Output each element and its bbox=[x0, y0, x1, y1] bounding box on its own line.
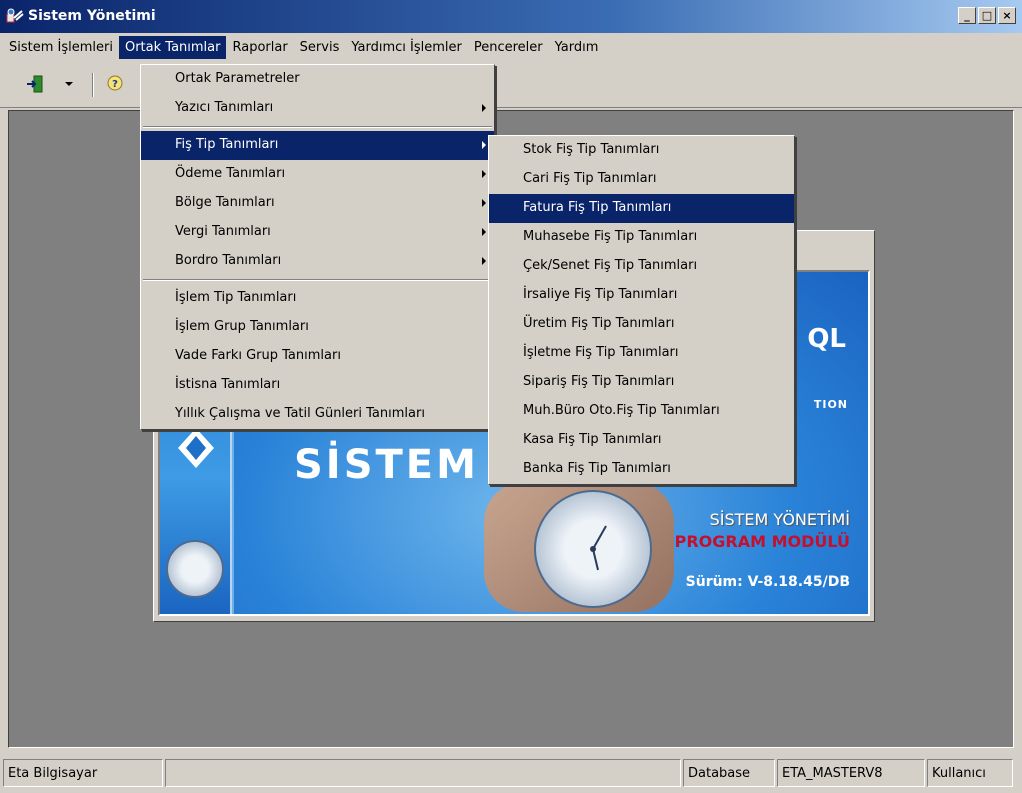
menu-item-label: Yazıcı Tanımları bbox=[175, 100, 274, 115]
menu-item-bolge-tanimlari[interactable]: Bölge Tanımları bbox=[141, 189, 494, 218]
menu-item-label: Yıllık Çalışma ve Tatil Günleri Tanımlar… bbox=[175, 406, 425, 421]
menu-servis[interactable]: Servis bbox=[294, 36, 346, 59]
ortak-tanimlar-menu: Ortak Parametreler Yazıcı Tanımları Fiş … bbox=[140, 64, 495, 430]
status-db-value: ETA_MASTERV8 bbox=[777, 758, 925, 787]
minimize-button[interactable]: _ bbox=[958, 7, 976, 24]
menu-yardimci-islemler[interactable]: Yardımcı İşlemler bbox=[345, 36, 468, 59]
menu-item-label: Vade Farkı Grup Tanımları bbox=[175, 348, 341, 363]
exit-button[interactable] bbox=[24, 73, 46, 95]
status-bar: Eta Bilgisayar Database ETA_MASTERV8 Kul… bbox=[0, 756, 1022, 789]
stopwatch-face-icon bbox=[590, 525, 607, 571]
menu-item-islem-grup-tanimlari[interactable]: İşlem Grup Tanımları bbox=[141, 313, 494, 342]
submenu-item-label: Fatura Fiş Tip Tanımları bbox=[523, 200, 672, 215]
submenu-item-banka[interactable]: Banka Fiş Tip Tanımları bbox=[489, 455, 794, 484]
menu-item-odeme-tanimlari[interactable]: Ödeme Tanımları bbox=[141, 160, 494, 189]
splash-brand-fragment: QL bbox=[807, 324, 846, 354]
submenu-item-siparis[interactable]: Sipariş Fiş Tip Tanımları bbox=[489, 368, 794, 397]
submenu-arrow-icon bbox=[482, 228, 486, 236]
menu-item-label: Bordro Tanımları bbox=[175, 253, 282, 268]
menu-item-bordro-tanimlari[interactable]: Bordro Tanımları bbox=[141, 247, 494, 276]
submenu-item-fatura[interactable]: Fatura Fiş Tip Tanımları bbox=[489, 194, 794, 223]
submenu-item-label: Çek/Senet Fiş Tip Tanımları bbox=[523, 258, 698, 273]
svg-text:?: ? bbox=[112, 79, 118, 90]
submenu-item-muhasebe[interactable]: Muhasebe Fiş Tip Tanımları bbox=[489, 223, 794, 252]
menu-item-fis-tip-tanimlari[interactable]: Fiş Tip Tanımları bbox=[141, 131, 494, 160]
splash-tagline-fragment: TION bbox=[813, 398, 848, 411]
menu-sistem-islemleri[interactable]: Sistem İşlemleri bbox=[3, 36, 119, 59]
menu-ortak-tanimlar[interactable]: Ortak Tanımlar bbox=[118, 35, 227, 59]
app-icon bbox=[6, 8, 24, 23]
version-label: Sürüm: bbox=[685, 574, 743, 590]
menu-item-label: Bölge Tanımları bbox=[175, 195, 275, 210]
dropdown-arrow-icon bbox=[65, 82, 73, 86]
splash-watch-small bbox=[166, 540, 224, 598]
submenu-arrow-icon bbox=[482, 170, 486, 178]
submenu-item-label: Muh.Büro Oto.Fiş Tip Tanımları bbox=[523, 403, 720, 418]
toolbar-dropdown[interactable] bbox=[62, 73, 76, 95]
menu-item-islem-tip-tanimlari[interactable]: İşlem Tip Tanımları bbox=[141, 284, 494, 313]
status-user-label: Kullanıcı bbox=[927, 758, 1013, 787]
submenu-item-label: İrsaliye Fiş Tip Tanımları bbox=[523, 287, 678, 302]
splash-module-line2: PROGRAM MODÜLÜ bbox=[674, 532, 850, 551]
submenu-item-isletme[interactable]: İşletme Fiş Tip Tanımları bbox=[489, 339, 794, 368]
submenu-item-label: Sipariş Fiş Tip Tanımları bbox=[523, 374, 675, 389]
menu-yardim[interactable]: Yardım bbox=[549, 36, 605, 59]
splash-module-line1: SİSTEM YÖNETİMİ bbox=[709, 510, 850, 529]
menu-item-istisna-tanimlari[interactable]: İstisna Tanımları bbox=[141, 371, 494, 400]
splash-stopwatch bbox=[534, 490, 652, 608]
submenu-arrow-icon bbox=[482, 104, 486, 112]
submenu-item-label: Kasa Fiş Tip Tanımları bbox=[523, 432, 662, 447]
menu-item-label: Ortak Parametreler bbox=[175, 71, 300, 86]
splash-product-word: SİSTEM bbox=[294, 442, 479, 488]
submenu-arrow-icon bbox=[482, 257, 486, 265]
menu-item-label: Ödeme Tanımları bbox=[175, 166, 286, 181]
menu-divider bbox=[141, 123, 494, 131]
menu-item-label: İşlem Grup Tanımları bbox=[175, 319, 309, 334]
help-icon: ? bbox=[107, 75, 123, 91]
menu-item-vade-farki-grup-tanimlari[interactable]: Vade Farkı Grup Tanımları bbox=[141, 342, 494, 371]
menu-item-label: Fiş Tip Tanımları bbox=[175, 137, 279, 152]
close-button[interactable]: × bbox=[998, 7, 1016, 24]
menu-item-ortak-parametreler[interactable]: Ortak Parametreler bbox=[141, 65, 494, 94]
title-bar[interactable]: Sistem Yönetimi _ □ × bbox=[0, 0, 1022, 33]
submenu-item-cari[interactable]: Cari Fiş Tip Tanımları bbox=[489, 165, 794, 194]
submenu-item-label: Üretim Fiş Tip Tanımları bbox=[523, 316, 675, 331]
status-blank bbox=[165, 758, 681, 787]
menu-item-label: İstisna Tanımları bbox=[175, 377, 281, 392]
menu-divider bbox=[141, 276, 494, 284]
version-value: V-8.18.45/DB bbox=[747, 574, 850, 590]
menu-item-yazici-tanimlari[interactable]: Yazıcı Tanımları bbox=[141, 94, 494, 123]
submenu-item-uretim[interactable]: Üretim Fiş Tip Tanımları bbox=[489, 310, 794, 339]
submenu-item-kasa[interactable]: Kasa Fiş Tip Tanımları bbox=[489, 426, 794, 455]
menu-raporlar[interactable]: Raporlar bbox=[226, 36, 293, 59]
fis-tip-submenu: Stok Fiş Tip Tanımları Cari Fiş Tip Tanı… bbox=[488, 135, 795, 485]
submenu-item-label: Muhasebe Fiş Tip Tanımları bbox=[523, 229, 698, 244]
diamond-logo-icon bbox=[178, 428, 214, 468]
menu-item-label: Vergi Tanımları bbox=[175, 224, 271, 239]
toolbar-separator bbox=[92, 73, 94, 97]
window-controls: _ □ × bbox=[958, 7, 1016, 24]
submenu-item-label: İşletme Fiş Tip Tanımları bbox=[523, 345, 679, 360]
exit-icon bbox=[27, 75, 43, 93]
menu-item-yillik-calisma-tatil[interactable]: Yıllık Çalışma ve Tatil Günleri Tanımlar… bbox=[141, 400, 494, 429]
submenu-arrow-icon bbox=[482, 141, 486, 149]
submenu-item-label: Banka Fiş Tip Tanımları bbox=[523, 461, 671, 476]
submenu-item-muh-buro-oto[interactable]: Muh.Büro Oto.Fiş Tip Tanımları bbox=[489, 397, 794, 426]
status-company: Eta Bilgisayar bbox=[3, 758, 163, 787]
menu-item-label: İşlem Tip Tanımları bbox=[175, 290, 297, 305]
window-title: Sistem Yönetimi bbox=[28, 8, 156, 24]
help-button[interactable]: ? bbox=[104, 73, 126, 95]
status-db-label: Database bbox=[683, 758, 775, 787]
submenu-item-label: Cari Fiş Tip Tanımları bbox=[523, 171, 657, 186]
menu-bar: Sistem İşlemleri Ortak Tanımlar Raporlar… bbox=[0, 33, 1022, 61]
menu-item-vergi-tanimlari[interactable]: Vergi Tanımları bbox=[141, 218, 494, 247]
splash-version: Sürüm: V-8.18.45/DB bbox=[686, 574, 850, 590]
submenu-arrow-icon bbox=[482, 199, 486, 207]
submenu-item-label: Stok Fiş Tip Tanımları bbox=[523, 142, 660, 157]
menu-pencereler[interactable]: Pencereler bbox=[468, 36, 549, 59]
submenu-item-cek-senet[interactable]: Çek/Senet Fiş Tip Tanımları bbox=[489, 252, 794, 281]
submenu-item-irsaliye[interactable]: İrsaliye Fiş Tip Tanımları bbox=[489, 281, 794, 310]
maximize-button[interactable]: □ bbox=[978, 7, 996, 24]
submenu-item-stok[interactable]: Stok Fiş Tip Tanımları bbox=[489, 136, 794, 165]
